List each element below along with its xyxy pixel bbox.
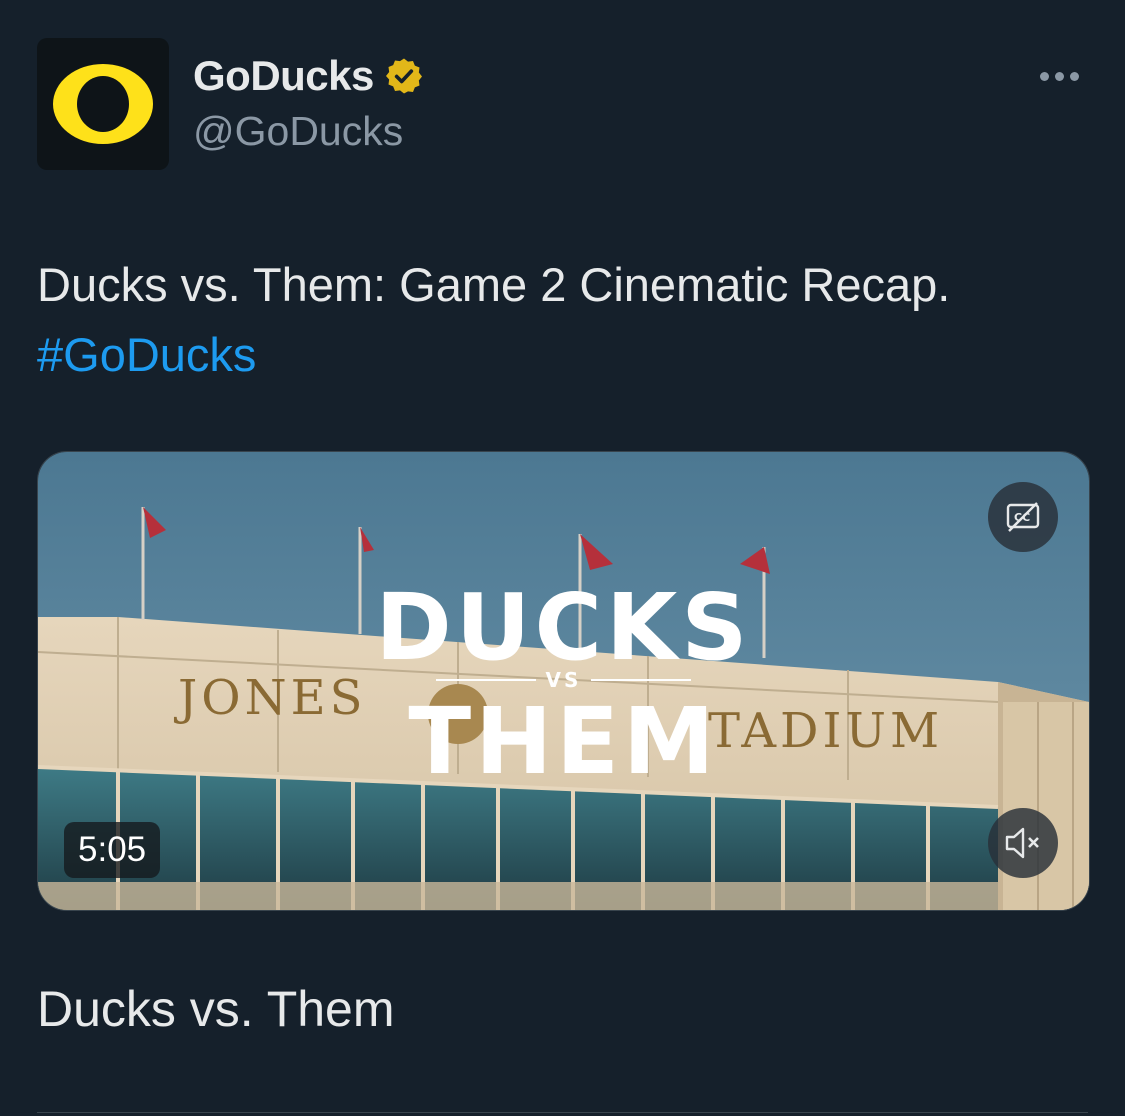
tweet-text: Ducks vs. Them: Game 2 Cinematic Recap. … bbox=[37, 250, 1087, 390]
author-handle[interactable]: @GoDucks bbox=[193, 108, 403, 155]
video-card-title[interactable]: Ducks vs. Them bbox=[37, 980, 395, 1038]
avatar[interactable] bbox=[37, 38, 169, 170]
oregon-o-logo bbox=[53, 64, 153, 144]
tweet-body: Ducks vs. Them: Game 2 Cinematic Recap. bbox=[37, 258, 951, 311]
verified-badge-icon bbox=[385, 58, 422, 94]
divider bbox=[37, 1112, 1088, 1113]
captions-button[interactable]: CC bbox=[988, 482, 1058, 552]
author-name-row[interactable]: GoDucks bbox=[193, 52, 424, 100]
video-player[interactable]: JONES TADIUM DUCKS VS THEM 5:05 bbox=[37, 451, 1090, 911]
hashtag-link[interactable]: #GoDucks bbox=[37, 320, 1087, 390]
muted-speaker-icon bbox=[1005, 827, 1039, 859]
more-options-icon[interactable] bbox=[1040, 68, 1086, 84]
video-duration: 5:05 bbox=[64, 822, 161, 878]
captions-icon: CC bbox=[1006, 502, 1040, 532]
mute-button[interactable] bbox=[988, 808, 1058, 878]
display-name[interactable]: GoDucks bbox=[193, 52, 374, 100]
overlay-title-them: THEM bbox=[408, 688, 719, 795]
overlay-title-ducks: DUCKS bbox=[375, 574, 752, 681]
